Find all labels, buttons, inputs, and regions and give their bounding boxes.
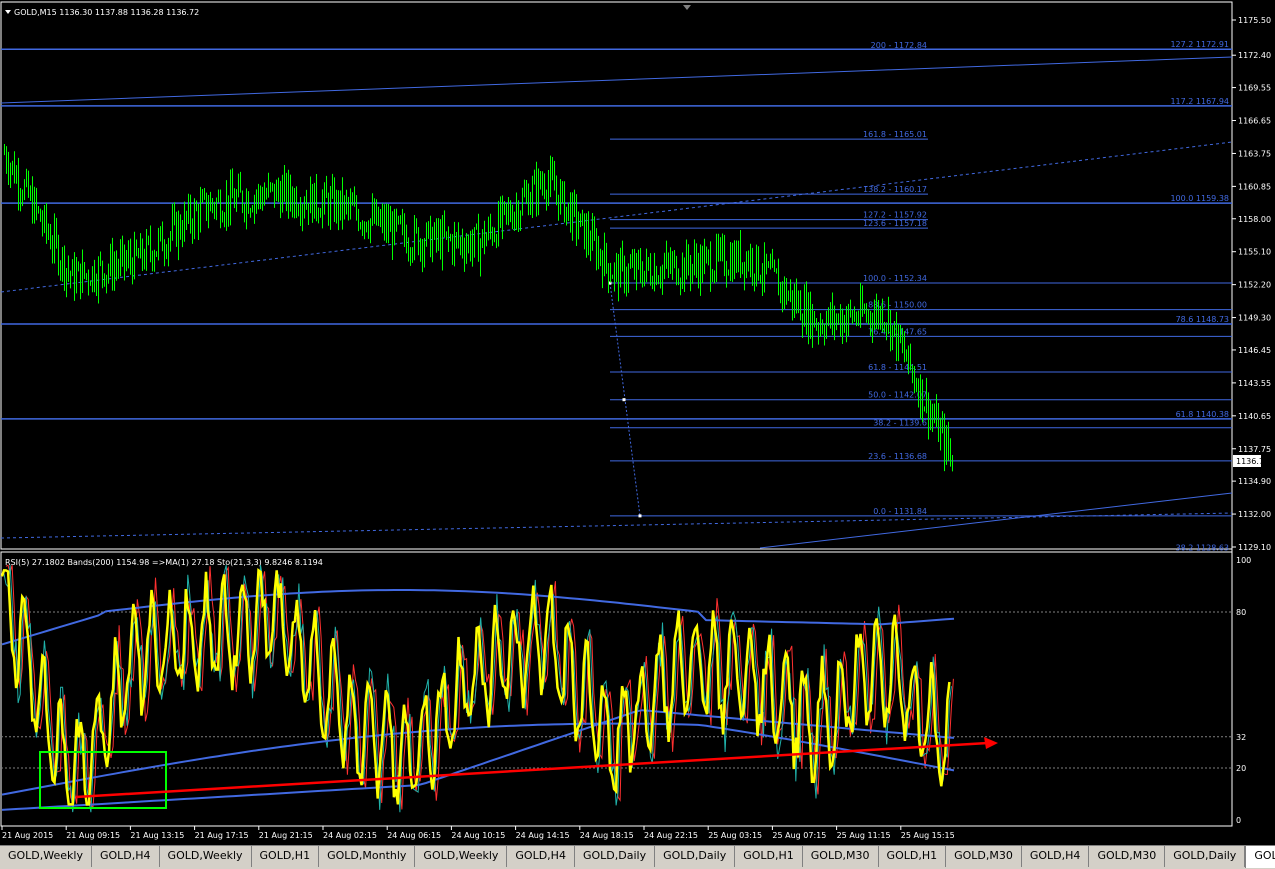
- chart-tab[interactable]: GOLD,H4: [507, 846, 575, 867]
- indicator-level-label: 32: [1236, 733, 1246, 742]
- price-tick-label: 1166.65: [1238, 117, 1271, 126]
- time-tick-label: 24 Aug 22:15: [644, 831, 698, 840]
- price-tick-label: 1129.10: [1238, 543, 1271, 552]
- time-tick-label: 25 Aug 11:15: [837, 831, 891, 840]
- chart-tab[interactable]: GOLD,Weekly: [415, 846, 508, 867]
- price-tick-label: 1169.55: [1238, 84, 1271, 93]
- indicator-level-label: 0: [1236, 816, 1241, 825]
- fib-retracement-label: 61.8 - 1144.51: [868, 363, 927, 372]
- chart-tab[interactable]: GOLD,H1: [252, 846, 320, 867]
- price-tick-label: 1137.75: [1238, 445, 1271, 454]
- chart-tab[interactable]: GOLD,H1: [735, 846, 803, 867]
- chart-tab[interactable]: GOLD,H4: [1022, 846, 1090, 867]
- chart-tab[interactable]: GOLD,H1: [879, 846, 947, 867]
- horizontal-level-label: 38.2 1128.63: [1176, 543, 1229, 552]
- chart-tab[interactable]: GOLD,Weekly: [0, 846, 92, 867]
- time-tick-label: 25 Aug 07:15: [772, 831, 826, 840]
- chart-tab[interactable]: GOLD,Daily: [655, 846, 736, 867]
- time-tick-label: 24 Aug 10:15: [451, 831, 505, 840]
- horizontal-level-label: 78.6 1148.73: [1176, 315, 1229, 324]
- time-tick-label: 24 Aug 06:15: [387, 831, 441, 840]
- horizontal-level-label: 100.0 1159.38: [1170, 194, 1229, 203]
- fib-handle[interactable]: [622, 398, 626, 402]
- horizontal-level-label: 127.2 1172.91: [1170, 40, 1229, 49]
- time-tick-label: 21 Aug 2015: [2, 831, 53, 840]
- current-price-label: 1136.72: [1236, 457, 1269, 466]
- fib-extension-label: 200 - 1172.84: [871, 41, 927, 50]
- fib-retracement-label: 100.0 - 1152.34: [863, 274, 927, 283]
- price-tick-label: 1175.50: [1238, 16, 1271, 25]
- fib-handle[interactable]: [638, 514, 642, 518]
- fib-retracement-label: 38.2 - 1139.6: [873, 419, 927, 428]
- price-tick-label: 1160.85: [1238, 182, 1271, 191]
- chart-tab[interactable]: GOLD,M30: [803, 846, 879, 867]
- time-axis: 21 Aug 2015 21 Aug 09:15 21 Aug 13:15 21 Au…: [1, 826, 955, 840]
- price-tick-label: 1149.30: [1238, 314, 1271, 323]
- indicator-header: RSI(5) 27.1802 Bands(200) 1154.98 =>MA(1…: [5, 558, 323, 567]
- time-tick-label: 25 Aug 15:15: [901, 831, 955, 840]
- chart-tab[interactable]: GOLD,M30: [946, 846, 1022, 867]
- chart-tab[interactable]: GOLD,Monthly: [319, 846, 416, 867]
- time-tick-label: 24 Aug 14:15: [516, 831, 570, 840]
- price-tick-label: 1158.00: [1238, 215, 1271, 224]
- chart-tab[interactable]: GOLD,Daily: [1165, 846, 1246, 867]
- indicator-level-label: 100: [1236, 556, 1251, 565]
- horizontal-level-label: 61.8 1140.38: [1176, 410, 1229, 419]
- price-tick-label: 1132.00: [1238, 510, 1271, 519]
- time-tick-label: 21 Aug 17:15: [195, 831, 249, 840]
- price-tick-label: 1134.90: [1238, 477, 1271, 486]
- price-tick-label: 1143.55: [1238, 379, 1271, 388]
- price-tick-label: 1163.75: [1238, 149, 1271, 158]
- fib-extension-label: 161.8 - 1165.01: [863, 130, 927, 139]
- chart-tab[interactable]: GOLD,Daily: [575, 846, 656, 867]
- fib-retracement-label: 0.0 - 1131.84: [873, 507, 927, 516]
- fib-extension-label: 138.2 - 1160.17: [863, 185, 927, 194]
- indicator-level-label: 20: [1236, 764, 1246, 773]
- time-tick-label: 24 Aug 18:15: [580, 831, 634, 840]
- chart-tab[interactable]: GOLD,M15: [1245, 846, 1275, 868]
- chart-tab[interactable]: GOLD,M30: [1089, 846, 1166, 867]
- price-tick-label: 1146.45: [1238, 346, 1271, 355]
- time-tick-label: 25 Aug 03:15: [708, 831, 762, 840]
- price-axis: 1175.50 1172.40 1169.55 1166.65 1163.75 1160.…: [1232, 16, 1271, 552]
- chart-tab-bar: GOLD,Weekly GOLD,H4 GOLD,Weekly GOLD,H1 GOLD…: [0, 845, 1275, 869]
- fib-extension-label: 123.6 - 1157.18: [863, 219, 927, 228]
- trading-terminal-chart[interactable]: GOLD,M15 1136.30 1137.88 1136.28 1136.72…: [0, 0, 1275, 868]
- price-tick-label: 1155.10: [1238, 248, 1271, 257]
- time-tick-label: 24 Aug 02:15: [323, 831, 377, 840]
- chart-header: GOLD,M15 1136.30 1137.88 1136.28 1136.72: [14, 8, 199, 17]
- time-tick-label: 21 Aug 09:15: [66, 831, 120, 840]
- indicator-level-label: 80: [1236, 608, 1246, 617]
- chart-tab[interactable]: GOLD,H4: [92, 846, 160, 867]
- price-tick-label: 1140.65: [1238, 412, 1271, 421]
- fib-retracement-label: 23.6 - 1136.68: [868, 452, 927, 461]
- horizontal-level-label: 117.2 1167.94: [1170, 97, 1229, 106]
- price-tick-label: 1172.40: [1238, 51, 1271, 60]
- time-tick-label: 21 Aug 13:15: [130, 831, 184, 840]
- price-tick-label: 1152.20: [1238, 281, 1271, 290]
- time-tick-label: 21 Aug 21:15: [259, 831, 313, 840]
- chart-tab[interactable]: GOLD,Weekly: [160, 846, 252, 867]
